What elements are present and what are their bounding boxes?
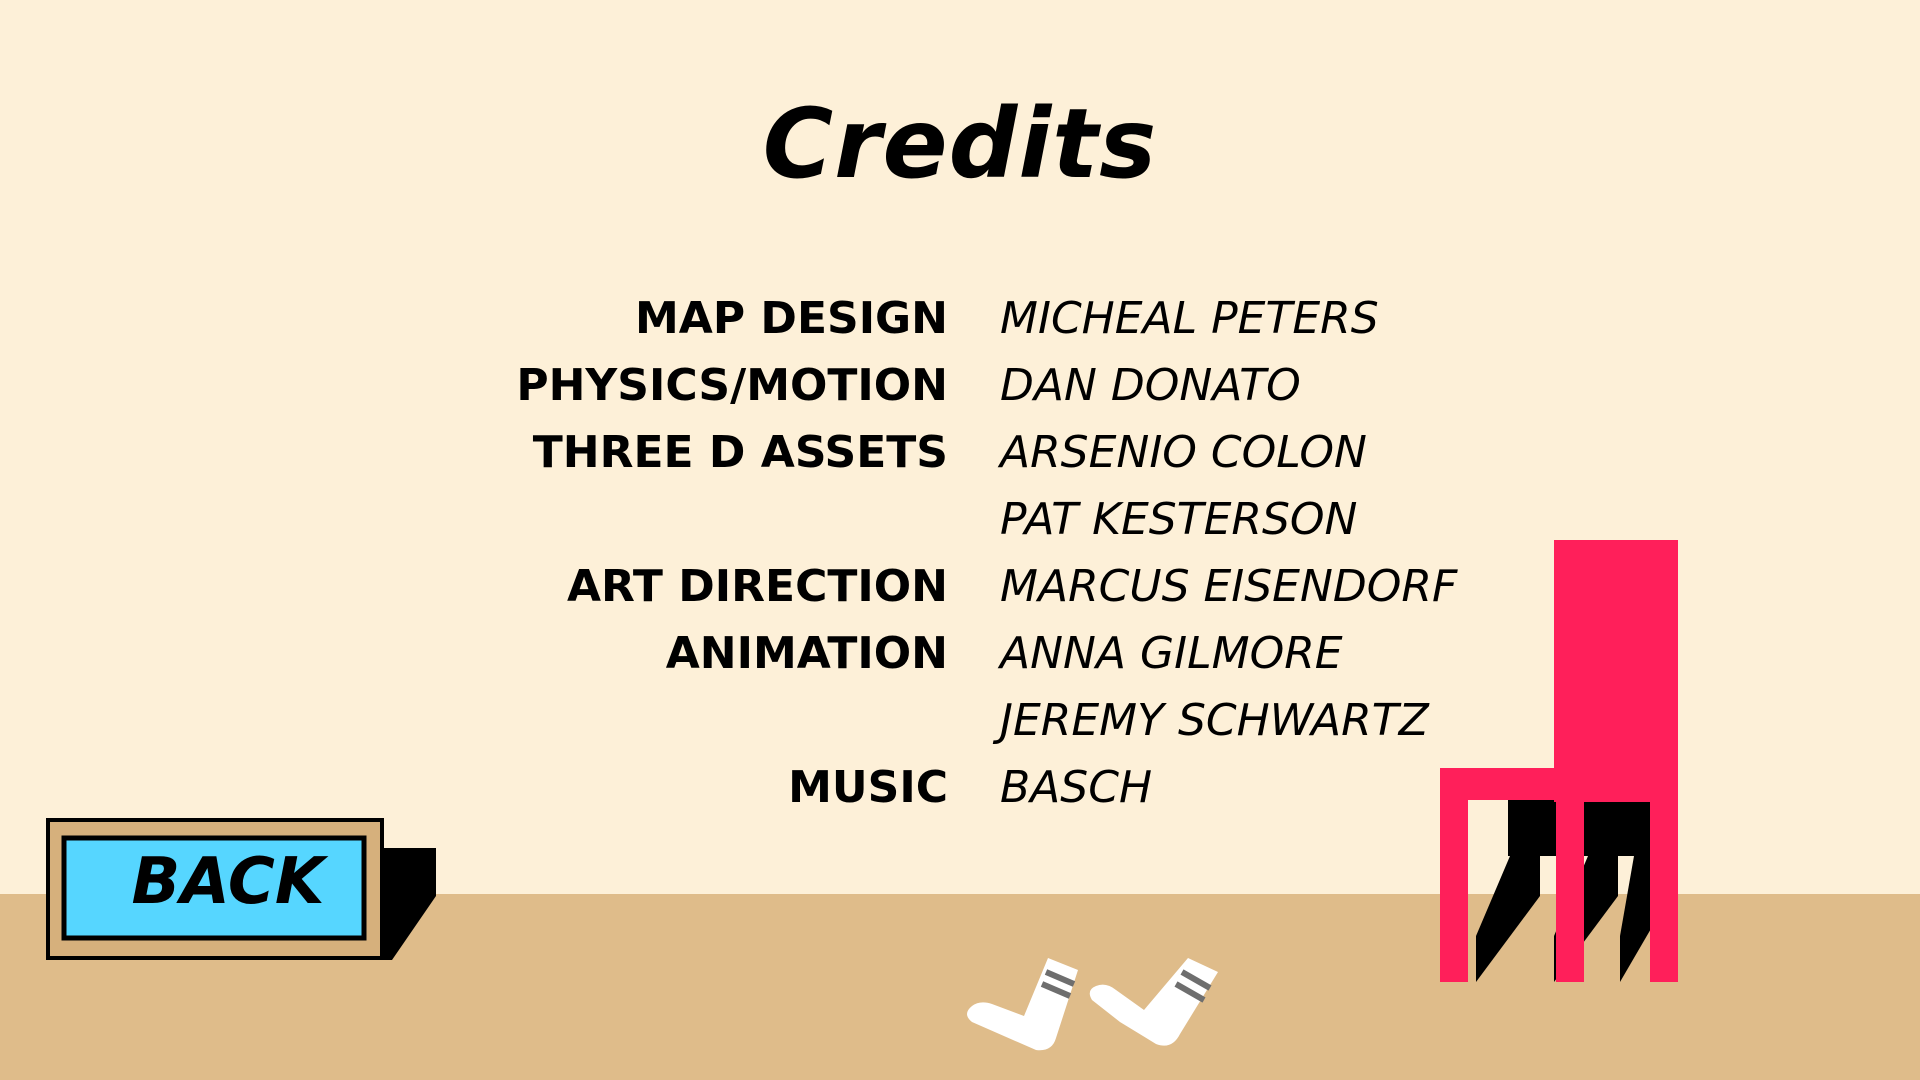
- credit-role: THREE D ASSETS: [532, 427, 948, 478]
- page-title: Credits: [762, 88, 1158, 200]
- credit-role: PHYSICS/MOTION: [516, 360, 948, 411]
- credits-list: MAP DESIGN MICHEAL PETERS PHYSICS/MOTION…: [400, 285, 1500, 821]
- credit-row: JEREMY SCHWARTZ: [400, 687, 1500, 754]
- credit-role: ANIMATION: [665, 628, 948, 679]
- credit-row: PHYSICS/MOTION DAN DONATO: [400, 352, 1500, 419]
- credit-row: PAT KESTERSON: [400, 486, 1500, 553]
- credit-role: MUSIC: [788, 762, 948, 813]
- credit-row: ANIMATION ANNA GILMORE: [400, 620, 1500, 687]
- back-button[interactable]: BACK: [46, 818, 436, 962]
- credit-row: MUSIC BASCH: [400, 754, 1500, 821]
- credit-row: THREE D ASSETS ARSENIO COLON: [400, 419, 1500, 486]
- red-chair-icon: [1440, 540, 1678, 982]
- credit-row: ART DIRECTION MARCUS EISENDORF: [400, 553, 1500, 620]
- credit-name: ARSENIO COLON: [1000, 427, 1367, 478]
- white-socks-icon: [967, 958, 1218, 1051]
- credit-name: JEREMY SCHWARTZ: [1000, 695, 1429, 746]
- credit-name: PAT KESTERSON: [1000, 494, 1358, 545]
- credit-name: BASCH: [1000, 762, 1153, 813]
- credit-name: ANNA GILMORE: [1000, 628, 1343, 679]
- credit-row: MAP DESIGN MICHEAL PETERS: [400, 285, 1500, 352]
- back-button-label: BACK: [131, 845, 325, 919]
- credit-name: MICHEAL PETERS: [1000, 293, 1379, 344]
- credit-name: DAN DONATO: [1000, 360, 1301, 411]
- credit-role: MAP DESIGN: [635, 293, 948, 344]
- credit-name: MARCUS EISENDORF: [1000, 561, 1458, 612]
- credit-role: ART DIRECTION: [566, 561, 948, 612]
